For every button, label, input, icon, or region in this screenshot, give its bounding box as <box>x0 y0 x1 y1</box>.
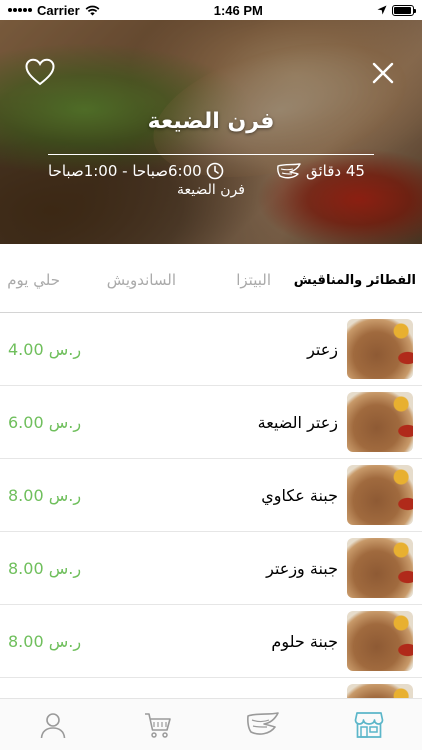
item-thumbnail <box>347 465 413 525</box>
item-price: 4.00 ر.س <box>8 340 82 359</box>
restaurant-name: فرن الضيعة <box>147 109 275 134</box>
item-thumbnail <box>347 319 413 379</box>
item-thumbnail <box>347 392 413 452</box>
tab-category-sandwich[interactable]: الساندويش <box>107 271 176 289</box>
delivery-time: 45 دقائق <box>276 162 365 180</box>
menu-item[interactable]: جبنة وزعتر 8.00 ر.س <box>0 532 422 605</box>
bottom-tab-bar <box>0 698 422 750</box>
restaurant-hero: فرن الضيعة 6:00صباحا - 1:00صباحا 45 دقائ… <box>0 20 422 244</box>
status-left: Carrier <box>8 3 100 18</box>
item-name: جبنة عكاوي <box>261 486 338 505</box>
menu-item[interactable]: زعتر 4.00 ر.س <box>0 313 422 386</box>
category-tabs: الفطائر والمناقيش البيتزا الساندويش حلي … <box>0 244 422 312</box>
item-name: جبنة حلوم <box>271 632 338 651</box>
menu-item[interactable]: زعتر الضيعة 6.00 ر.س <box>0 386 422 459</box>
wing-icon <box>277 163 301 179</box>
item-name: زعتر الضيعة <box>257 413 338 432</box>
item-name: جبنة وزعتر <box>266 559 338 578</box>
store-icon[interactable] <box>354 711 384 739</box>
status-time: 1:46 PM <box>213 2 263 18</box>
profile-icon[interactable] <box>38 711 68 739</box>
item-thumbnail <box>347 684 413 698</box>
item-price: 8.00 ر.س <box>8 632 82 651</box>
signal-icon <box>8 8 32 12</box>
item-price: 8.00 ر.س <box>8 559 82 578</box>
status-bar: Carrier 1:46 PM <box>0 0 422 20</box>
carrier-label: Carrier <box>37 2 80 18</box>
status-right <box>377 4 416 16</box>
opening-hours-text: 6:00صباحا - 1:00صباحا <box>48 162 202 180</box>
favorite-heart-icon[interactable] <box>25 58 55 86</box>
close-icon[interactable] <box>372 62 394 84</box>
battery-fill <box>394 6 412 14</box>
item-name: زعتر <box>307 340 338 359</box>
item-thumbnail <box>347 611 413 671</box>
wifi-icon <box>85 5 100 15</box>
hero-divider <box>48 154 374 155</box>
menu-item[interactable]: جبنة حلوم 8.00 ر.س <box>0 605 422 678</box>
item-thumbnail <box>347 538 413 598</box>
restaurant-subtitle: فرن الضيعة <box>177 182 245 198</box>
opening-hours: 6:00صباحا - 1:00صباحا <box>48 162 224 180</box>
menu-item[interactable]: جبنة عكاوي 8.00 ر.س <box>0 459 422 532</box>
tab-category-sweets[interactable]: حلي يوم <box>7 271 60 289</box>
item-price: 8.00 ر.س <box>8 486 82 505</box>
battery-icon <box>392 4 416 16</box>
location-arrow-icon <box>377 5 387 15</box>
wing-icon[interactable] <box>246 711 280 739</box>
cart-icon[interactable] <box>143 711 173 739</box>
tab-category-pizza[interactable]: البيتزا <box>236 271 271 289</box>
menu-item[interactable] <box>0 678 422 698</box>
clock-icon <box>206 162 223 180</box>
item-price: 6.00 ر.س <box>8 413 82 432</box>
delivery-time-text: 45 دقائق <box>306 162 365 180</box>
tab-category-pastries[interactable]: الفطائر والمناقيش <box>294 273 416 288</box>
menu-list: زعتر 4.00 ر.س زعتر الضيعة 6.00 ر.س جبنة … <box>0 313 422 698</box>
